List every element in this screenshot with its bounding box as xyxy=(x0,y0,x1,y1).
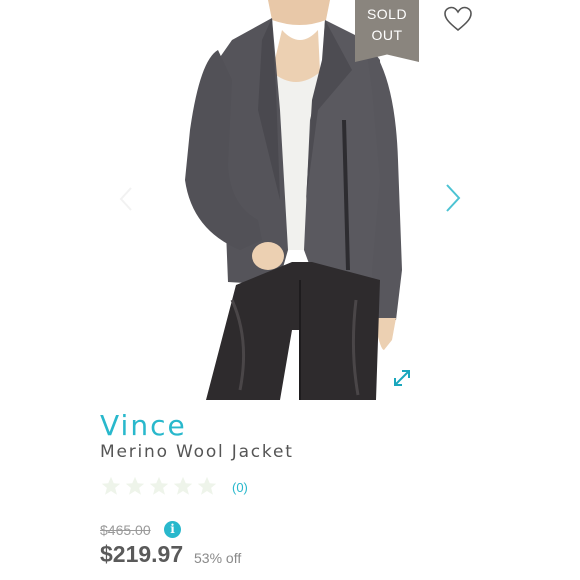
chevron-right-icon[interactable] xyxy=(444,182,462,214)
star-icon xyxy=(149,476,169,495)
product-image[interactable] xyxy=(0,0,580,400)
info-icon[interactable]: i xyxy=(164,521,181,538)
chevron-left-icon[interactable] xyxy=(118,186,134,212)
discount-label: 53% off xyxy=(194,550,242,566)
star-icon xyxy=(197,476,217,495)
star-icon xyxy=(125,476,145,495)
heart-outline-icon[interactable] xyxy=(443,5,473,33)
product-brand[interactable]: Vince xyxy=(100,409,187,442)
expand-arrows-icon[interactable] xyxy=(392,368,412,388)
sale-price: $219.97 xyxy=(100,541,184,567)
review-count-link[interactable]: (0) xyxy=(232,480,248,495)
sold-out-line2: OUT xyxy=(371,27,403,43)
star-icon xyxy=(173,476,193,495)
model-jacket-illustration xyxy=(185,0,402,400)
product-name[interactable]: Merino Wool Jacket xyxy=(100,442,294,462)
rating-stars[interactable] xyxy=(100,475,218,497)
original-price: $465.00 xyxy=(100,522,151,538)
sold-out-line1: SOLD xyxy=(366,6,408,22)
star-icon xyxy=(101,476,121,495)
sold-out-badge: SOLD OUT xyxy=(355,0,419,62)
